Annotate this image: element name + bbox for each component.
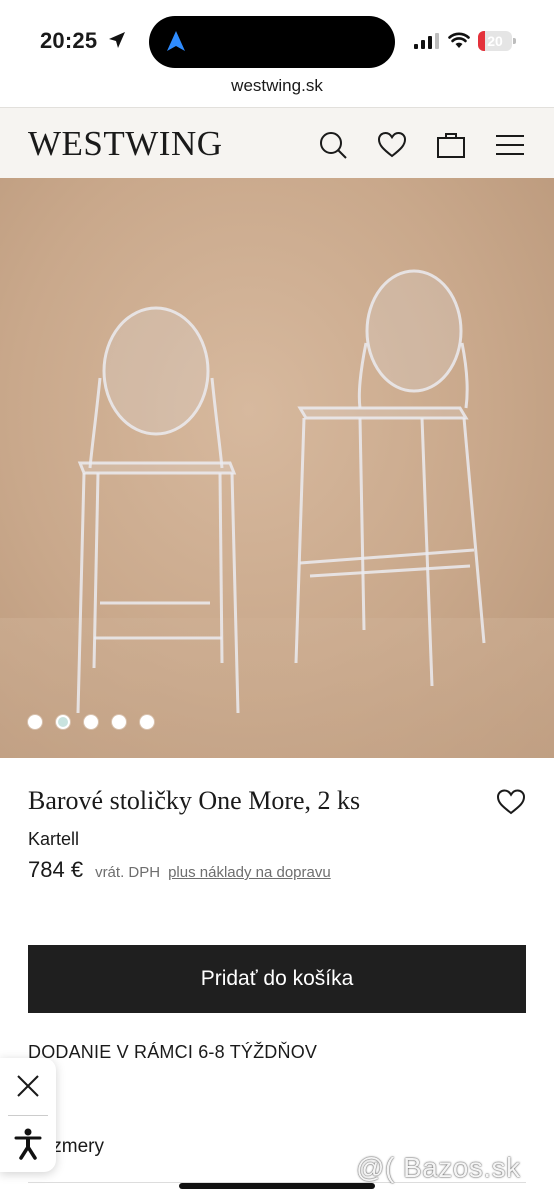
wishlist-heart-icon[interactable] — [496, 788, 526, 816]
browser-url[interactable]: westwing.sk — [0, 76, 554, 96]
bag-icon[interactable] — [436, 130, 466, 160]
carousel-dot[interactable] — [56, 715, 70, 729]
battery-level: 20 — [487, 33, 503, 49]
product-price: 784 € — [28, 857, 84, 882]
shipping-link[interactable]: plus náklady na dopravu — [168, 864, 331, 881]
status-time: 20:25 — [40, 28, 98, 53]
search-icon[interactable] — [318, 130, 348, 160]
battery-icon: 20 — [478, 31, 516, 51]
carousel-dots — [28, 715, 154, 729]
navigation-icon — [167, 31, 185, 51]
product-brand[interactable]: Kartell — [28, 829, 79, 850]
location-arrow-icon — [109, 32, 125, 48]
menu-icon[interactable] — [495, 130, 525, 160]
carousel-dot[interactable] — [28, 715, 42, 729]
product-title: Barové stoličky One More, 2 ks — [28, 786, 361, 815]
carousel-dot[interactable] — [84, 715, 98, 729]
close-icon[interactable] — [14, 1072, 42, 1100]
add-to-cart-label: Pridať do košíka — [200, 967, 354, 990]
heart-icon[interactable] — [377, 130, 407, 160]
widget-divider — [8, 1115, 48, 1116]
signal-icon — [414, 33, 439, 49]
site-header: WESTWING — [0, 107, 554, 178]
watermark: @( Bazos.sk — [356, 1152, 521, 1183]
wifi-icon — [448, 32, 470, 48]
accessibility-widget — [0, 1058, 56, 1172]
add-to-cart-button[interactable]: Pridať do košíka — [28, 945, 526, 1013]
carousel-dot[interactable] — [112, 715, 126, 729]
site-logo[interactable]: WESTWING — [28, 124, 223, 164]
product-image-carousel[interactable] — [0, 178, 554, 758]
status-bar: 20:25 20 westwing.sk — [0, 0, 554, 95]
product-photo — [76, 269, 486, 714]
price-row: 784 € vrát. DPH plus náklady na dopravu — [28, 857, 331, 883]
delivery-info: DODANIE V RÁMCI 6-8 TÝŽDŇOV — [28, 1042, 318, 1062]
vat-note: vrát. DPH — [95, 864, 161, 881]
carousel-dot[interactable] — [140, 715, 154, 729]
home-indicator — [179, 1183, 375, 1189]
accessibility-icon[interactable] — [14, 1128, 42, 1160]
